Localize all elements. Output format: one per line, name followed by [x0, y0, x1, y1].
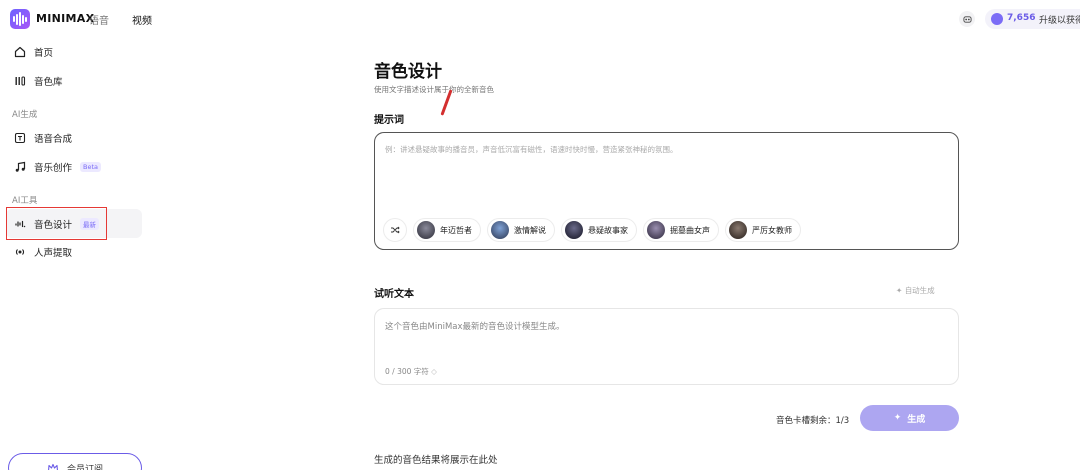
chip-label: 严厉女教师: [752, 225, 792, 235]
sidebar-item-music[interactable]: 音乐创作 Beta: [14, 157, 102, 177]
upgrade-link[interactable]: 升级以获得: [1039, 13, 1080, 26]
preset-chip[interactable]: 掘墓曲女声: [643, 218, 719, 242]
member-subscribe-label: 会员订阅: [66, 464, 103, 470]
avatar: [565, 221, 583, 239]
vocal-extract-icon: [15, 249, 25, 255]
sparkle-icon: ✦: [893, 413, 902, 423]
char-count-value: 0 / 300 字符: [385, 367, 429, 376]
top-bar: MINIMAX 语音 视频 7,656 升级以获得: [0, 0, 1080, 38]
sidebar-section-ai-tools: AI工具: [12, 196, 38, 206]
chip-label: 激情解说: [514, 225, 546, 235]
sidebar-item-library[interactable]: 音色库: [14, 71, 63, 91]
sidebar-item-label: 语音合成: [34, 134, 73, 145]
remain-value: 1/3: [835, 416, 850, 426]
beta-badge: Beta: [80, 162, 102, 172]
listen-text-label: 试听文本: [374, 289, 414, 300]
avatar: [729, 221, 747, 239]
home-icon: [14, 46, 26, 58]
preset-chip[interactable]: 年迈哲者: [413, 218, 481, 242]
shuffle-button[interactable]: [383, 218, 407, 242]
page-title: 音色设计: [374, 62, 442, 82]
sparkle-icon: ✦: [896, 286, 903, 295]
auto-generate-button[interactable]: ✦ 自动生成: [896, 285, 935, 296]
library-icon: [15, 76, 26, 86]
generate-button[interactable]: ✦ 生成: [860, 405, 959, 431]
voice-slot-remaining: 音色卡槽剩余：1/3: [776, 414, 849, 426]
tts-icon: [14, 132, 26, 144]
sidebar-item-label: 首页: [34, 48, 54, 59]
prompt-input[interactable]: 例：讲述悬疑故事的播音员，声音低沉富有磁性，语速时快时慢，营造紧张神秘的氛围。 …: [374, 132, 959, 250]
avatar: [417, 221, 435, 239]
member-subscribe-button[interactable]: 会员订阅: [8, 453, 142, 470]
avatar: [491, 221, 509, 239]
prompt-label: 提示词: [374, 115, 404, 126]
generate-label: 生成: [907, 414, 926, 425]
chip-label: 掘墓曲女声: [670, 225, 710, 235]
listen-text-input[interactable]: 这个音色由MiniMax最新的音色设计模型生成。 0 / 300 字符 ◇: [374, 308, 959, 385]
minimax-logo-icon[interactable]: [10, 9, 30, 29]
listen-text-value: 这个音色由MiniMax最新的音色设计模型生成。: [385, 322, 565, 332]
auto-generate-label: 自动生成: [904, 286, 935, 295]
chip-label: 年迈哲者: [440, 225, 472, 235]
music-icon: [15, 161, 26, 172]
nav-video[interactable]: 视频: [132, 12, 152, 27]
discord-icon[interactable]: [959, 11, 975, 27]
preset-chip[interactable]: 严厉女教师: [725, 218, 801, 242]
avatar: [647, 221, 665, 239]
annotation-highlight-box: [6, 207, 107, 240]
sidebar-item-tts[interactable]: 语音合成: [14, 128, 72, 148]
credit-coin-icon: [991, 13, 1003, 25]
sidebar-item-label: 人声提取: [34, 248, 73, 259]
sidebar-item-label: 音色库: [34, 77, 63, 88]
char-count: 0 / 300 字符 ◇: [385, 366, 437, 377]
prompt-placeholder: 例：讲述悬疑故事的播音员，声音低沉富有磁性，语速时快时慢，营造紧张神秘的氛围。: [385, 145, 678, 154]
sidebar-item-label: 音乐创作: [34, 163, 73, 174]
page-subtitle: 使用文字描述设计属于你的全新音色: [374, 85, 494, 94]
nav-voice[interactable]: 语音: [89, 12, 109, 27]
crown-icon: [48, 463, 58, 470]
sidebar-item-home[interactable]: 首页: [14, 42, 53, 62]
brand-name[interactable]: MINIMAX: [36, 12, 94, 25]
chip-label: 悬疑故事家: [588, 225, 628, 235]
sidebar-item-vocal-extract[interactable]: 人声提取: [14, 242, 72, 262]
credits-pill[interactable]: 7,656 升级以获得: [985, 9, 1080, 29]
preset-chip[interactable]: 悬疑故事家: [561, 218, 637, 242]
preset-chip-row: 年迈哲者 激情解说 悬疑故事家 掘墓曲女声 严厉女教师: [383, 217, 801, 243]
credit-count: 7,656: [1007, 13, 1036, 23]
preset-chip[interactable]: 激情解说: [487, 218, 555, 242]
diamond-icon: ◇: [431, 367, 437, 376]
sidebar-section-ai-generate: AI生成: [12, 110, 38, 120]
remain-label: 音色卡槽剩余：: [776, 416, 836, 426]
shuffle-icon: [391, 226, 400, 234]
result-placeholder-text: 生成的音色结果将展示在此处: [374, 455, 498, 466]
